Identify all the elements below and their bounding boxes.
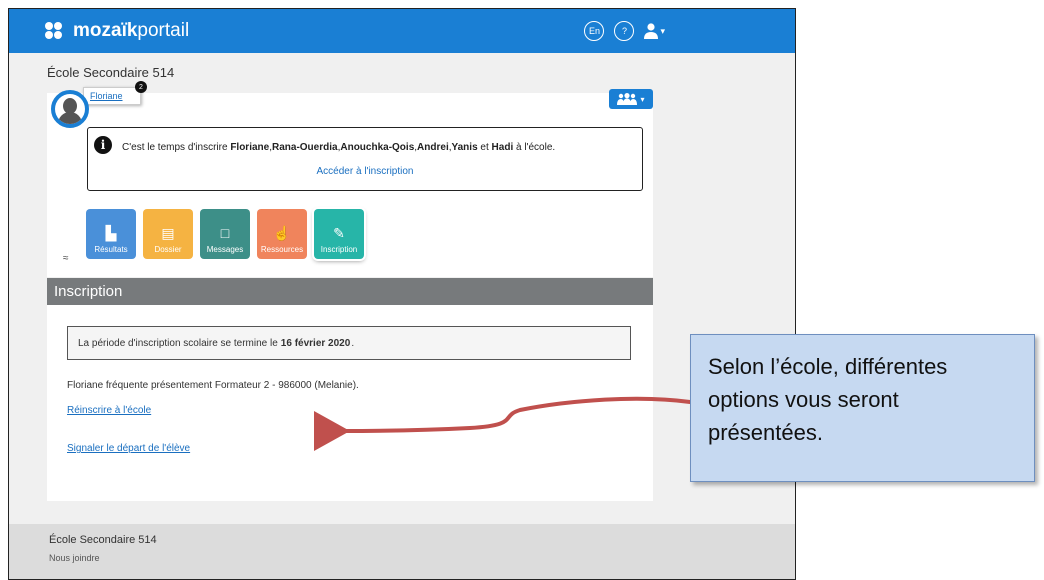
form-edit-icon: ✎ — [333, 225, 345, 241]
mozaik-logo[interactable]: mozaïkportail — [45, 19, 189, 43]
logo-text: mozaïkportail — [73, 20, 190, 41]
note-icon: □ — [220, 225, 230, 241]
tile-label: Messages — [206, 245, 244, 254]
footer: École Secondaire 514 Nous joindre — [9, 524, 795, 579]
callout-line: présentées. — [708, 420, 823, 445]
chevron-down-icon: ▾ — [660, 25, 665, 36]
footer-school-name: École Secondaire 514 — [49, 534, 157, 546]
reenroll-link[interactable]: Réinscrire à l'école — [67, 405, 151, 416]
student-name: Hadi — [491, 142, 514, 153]
folder-icon: ▤ — [161, 225, 175, 241]
user-icon — [644, 23, 659, 39]
annotation-callout: Selon l’école, différentes options vous … — [690, 334, 1035, 482]
school-title: École Secondaire 514 — [47, 65, 175, 80]
enrollment-notice: i C'est le temps d'inscrire Floriane,Ran… — [87, 127, 643, 191]
hand-pointer-icon: ☝ — [273, 225, 291, 241]
module-tiles: ▙ Résultats ▤ Dossier □ Messages ☝ Ressources ✎ I… — [86, 209, 371, 259]
student-name-tab[interactable]: Floriane — [83, 87, 141, 105]
help-button[interactable]: ? — [614, 21, 635, 41]
bar-chart-icon: ▙ — [105, 225, 117, 241]
student-name: Yanis — [451, 142, 478, 153]
attendance-text: Floriane fréquente présentement Formateu… — [67, 380, 359, 391]
student-name: Rana-Ouerdia — [272, 142, 338, 153]
tile-label: Inscription — [320, 245, 358, 254]
student-count-badge: 2 — [135, 81, 147, 93]
tile-label: Dossier — [154, 245, 182, 254]
student-name: Andrei — [417, 142, 449, 153]
chevron-down-icon: ▾ — [640, 94, 645, 104]
section-title: Inscription — [47, 278, 653, 305]
period-date: 16 février 2020 — [280, 337, 351, 349]
report-departure-link[interactable]: Signaler le départ de l'élève — [67, 443, 190, 454]
language-button[interactable]: En — [584, 21, 605, 41]
info-icon: i — [94, 136, 112, 154]
contact-us-link[interactable]: Nous joindre — [49, 553, 100, 563]
collapse-icon[interactable]: ≈ — [63, 253, 69, 264]
top-navigation-bar: mozaïkportail En ? ▾ — [9, 9, 795, 53]
enrollment-period-box: La période d'inscription scolaire se ter… — [67, 326, 631, 360]
callout-line: Selon l’école, différentes — [708, 354, 948, 379]
student-name: Anouchka-Qois — [340, 142, 415, 153]
top-icons: En ? ▾ — [584, 21, 665, 41]
student-avatar[interactable] — [51, 90, 89, 128]
browser-screenshot: mozaïkportail En ? ▾ École Secondaire 51… — [8, 8, 796, 580]
callout-line: options vous seront — [708, 387, 899, 412]
avatar-silhouette-icon — [55, 94, 85, 124]
tile-label: Résultats — [94, 245, 128, 254]
logo-icon — [45, 22, 67, 40]
tile-résultats[interactable]: ▙ Résultats — [86, 209, 136, 259]
tile-inscription[interactable]: ✎ Inscription — [314, 209, 364, 259]
access-enrollment-link[interactable]: Accéder à l'inscription — [88, 166, 642, 177]
separator: et — [480, 142, 489, 153]
user-menu-button[interactable]: ▾ — [644, 23, 665, 39]
children-switch-button[interactable]: ▾ — [609, 89, 653, 109]
notice-text: C'est le temps d'inscrire Floriane,Rana-… — [122, 142, 556, 153]
student-name-link[interactable]: Floriane — [90, 91, 123, 101]
group-users-icon — [617, 93, 638, 105]
tile-ressources[interactable]: ☝ Ressources — [257, 209, 307, 259]
tile-label: Ressources — [260, 245, 304, 254]
tile-dossier[interactable]: ▤ Dossier — [143, 209, 193, 259]
tile-messages[interactable]: □ Messages — [200, 209, 250, 259]
student-name: Floriane — [230, 142, 270, 153]
